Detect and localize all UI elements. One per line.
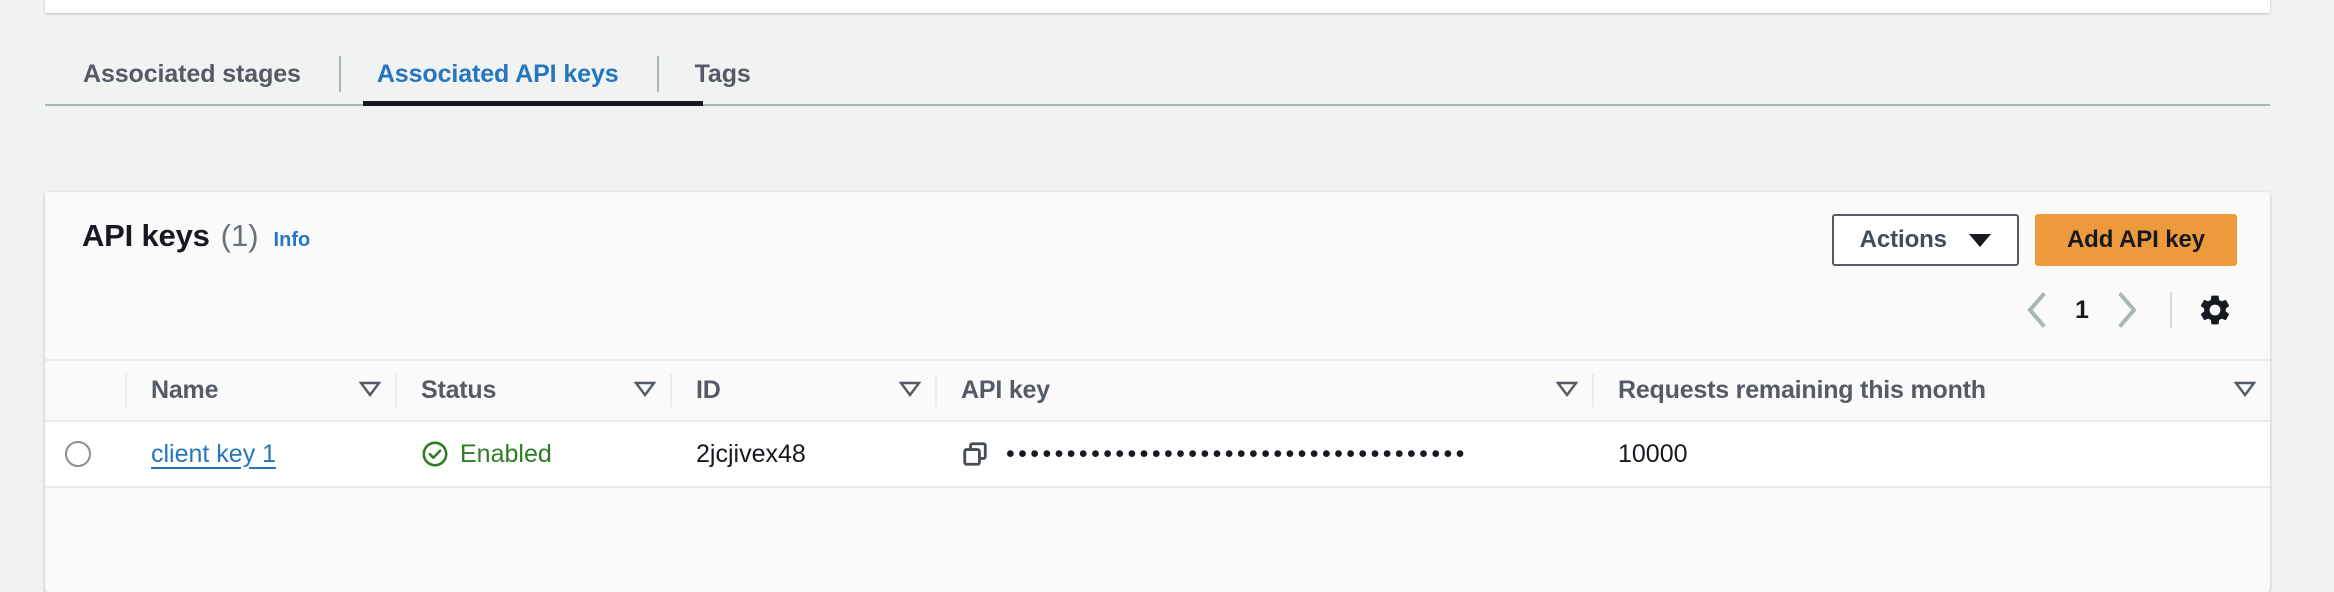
cell-status: Enabled	[395, 422, 670, 486]
check-circle-icon	[422, 441, 448, 467]
tab-associated-api-keys[interactable]: Associated API keys	[338, 44, 657, 104]
table-preferences-button[interactable]	[2194, 289, 2236, 331]
chevron-left-icon	[2027, 292, 2046, 328]
status-badge: Enabled	[460, 439, 552, 468]
table-row[interactable]: client key 1 Enabled 2jcjivex48 ••••••••…	[45, 422, 2270, 488]
column-header-name[interactable]: Name	[125, 361, 395, 420]
column-header-label: ID	[696, 376, 721, 404]
tab-active-indicator	[363, 101, 703, 106]
sort-triangle-icon	[633, 376, 657, 405]
tab-label: Associated API keys	[376, 59, 619, 88]
panel-actions: Actions Add API key	[1831, 214, 2237, 266]
tab-label: Tags	[694, 59, 751, 88]
chevron-right-icon	[2118, 292, 2137, 328]
cell-name: client key 1	[125, 422, 395, 486]
column-header-label: Requests remaining this month	[1618, 376, 1986, 404]
pagination-divider	[2170, 292, 2172, 328]
tab-bar: Associated stages Associated API keys Ta…	[45, 44, 2270, 106]
previous-panel-bottom-edge	[45, 0, 2270, 13]
add-api-key-label: Add API key	[2066, 226, 2205, 253]
cell-id: 2jcjivex48	[670, 422, 935, 486]
api-key-name-link[interactable]: client key 1	[151, 440, 276, 469]
column-header-label: Name	[151, 376, 219, 404]
tab-tags[interactable]: Tags	[656, 44, 789, 104]
add-api-key-button[interactable]: Add API key	[2034, 214, 2237, 266]
tab-label: Associated stages	[83, 59, 301, 88]
select-all-header	[45, 361, 125, 420]
cell-api-key: ••••••••••••••••••••••••••••••••••••••	[935, 422, 1592, 486]
row-radio-button[interactable]	[65, 441, 91, 467]
tab-associated-stages[interactable]: Associated stages	[45, 44, 339, 104]
panel-title-group: API keys (1) Info	[82, 218, 310, 254]
copy-icon	[963, 442, 987, 466]
gear-icon	[2200, 295, 2230, 325]
requests-remaining-value: 10000	[1618, 439, 1688, 468]
api-keys-table: Name Status ID API key Requests remainin…	[45, 359, 2270, 488]
column-header-api-key[interactable]: API key	[935, 361, 1592, 420]
actions-button-label: Actions	[1859, 226, 1947, 253]
column-header-status[interactable]: Status	[395, 361, 670, 420]
page-title: API keys	[82, 218, 210, 253]
sort-triangle-icon	[898, 376, 922, 405]
cell-requests-remaining: 10000	[1592, 422, 2270, 486]
chevron-down-icon	[1968, 233, 1991, 247]
panel-header: API keys (1) Info Actions Add API key 1	[45, 192, 2270, 328]
copy-api-key-button[interactable]	[961, 440, 989, 468]
sort-triangle-icon	[2233, 376, 2257, 405]
item-count: (1)	[220, 218, 259, 253]
table-header-row: Name Status ID API key Requests remainin…	[45, 359, 2270, 422]
tab-list: Associated stages Associated API keys Ta…	[45, 44, 2270, 104]
sort-triangle-icon	[1555, 376, 1579, 405]
column-header-requests-remaining[interactable]: Requests remaining this month	[1592, 361, 2270, 420]
column-header-id[interactable]: ID	[670, 361, 935, 420]
pagination-page-1[interactable]: 1	[2062, 296, 2102, 325]
api-keys-panel: API keys (1) Info Actions Add API key 1	[45, 192, 2270, 592]
info-link[interactable]: Info	[274, 229, 311, 252]
row-select-cell	[45, 422, 125, 486]
column-header-label: API key	[961, 376, 1050, 404]
actions-button[interactable]: Actions	[1831, 214, 2019, 266]
pagination-next-button[interactable]	[2102, 287, 2154, 333]
api-key-id-value: 2jcjivex48	[696, 439, 806, 468]
column-header-label: Status	[421, 376, 497, 404]
sort-triangle-icon	[358, 376, 382, 405]
api-key-masked-value: ••••••••••••••••••••••••••••••••••••••	[1006, 441, 1468, 467]
pagination: 1	[2010, 287, 2236, 333]
pagination-prev-button[interactable]	[2010, 287, 2062, 333]
